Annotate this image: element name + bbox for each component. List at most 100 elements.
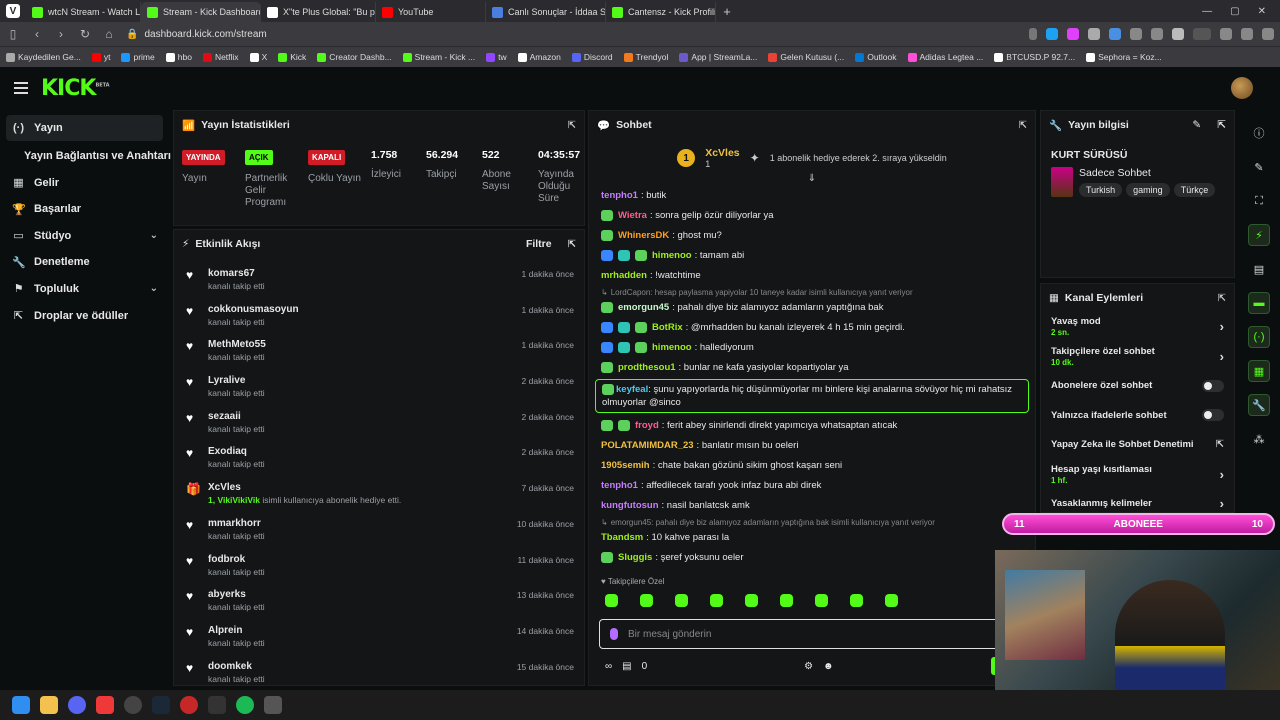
chat-username[interactable]: POLATAMIMDAR_23 bbox=[601, 440, 694, 451]
extension-icon[interactable] bbox=[1220, 28, 1232, 40]
chat-username[interactable]: himenoo bbox=[652, 342, 692, 353]
emote-icon[interactable] bbox=[605, 594, 618, 607]
emote-icon[interactable] bbox=[850, 594, 863, 607]
popout-icon[interactable]: ⇱ bbox=[1217, 119, 1226, 131]
event-username[interactable]: Lyralive bbox=[208, 375, 265, 386]
extension-icon[interactable] bbox=[1241, 28, 1253, 40]
channel-action-row[interactable]: Hesap yaşı kısıtlaması 1 hf. › bbox=[1041, 460, 1234, 490]
extension-icon[interactable] bbox=[1046, 28, 1058, 40]
points-icon[interactable]: ▤ bbox=[622, 661, 631, 672]
chevron-right-icon[interactable]: › bbox=[1220, 496, 1224, 511]
popout-icon[interactable]: ⇱ bbox=[568, 120, 576, 131]
wrench-icon[interactable]: 🔧 bbox=[1248, 394, 1270, 416]
event-username[interactable]: fodbrok bbox=[208, 554, 265, 565]
chat-username[interactable]: himenoo bbox=[652, 250, 692, 261]
channel-action-row[interactable]: Takipçilere özel sohbet 10 dk. › bbox=[1041, 342, 1234, 372]
bookmark-item[interactable]: Trendyol bbox=[623, 52, 668, 62]
bookmark-icon[interactable] bbox=[1029, 28, 1037, 40]
sidebar-item-droplar[interactable]: ⇱ Droplar ve ödüller bbox=[0, 303, 172, 329]
event-username[interactable]: XcVles bbox=[208, 482, 401, 493]
menu-icon[interactable] bbox=[14, 82, 28, 94]
emote-icon[interactable] bbox=[675, 594, 688, 607]
extension-icon[interactable] bbox=[1172, 28, 1184, 40]
popout-icon[interactable]: ⇱ bbox=[1019, 120, 1027, 131]
bookmark-item[interactable]: tw bbox=[486, 52, 507, 62]
bookmark-item[interactable]: Netflix bbox=[202, 52, 239, 62]
scroll-down-icon[interactable]: ⇓ bbox=[589, 173, 1035, 185]
bookmark-item[interactable]: Adidas Legtea ... bbox=[907, 52, 983, 62]
sidebar-item-topluluk[interactable]: ⚑ Topluluk ⌄ bbox=[0, 276, 172, 302]
event-username[interactable]: doomkek bbox=[208, 661, 265, 672]
users-icon[interactable]: ⁂ bbox=[1248, 428, 1270, 450]
chevron-right-icon[interactable]: › bbox=[1220, 467, 1224, 482]
sidebar-toggle-icon[interactable]: ▯ bbox=[6, 27, 20, 41]
sidebar-item-basarilar[interactable]: 🏆 Başarılar bbox=[0, 196, 172, 222]
popout-icon[interactable]: ⇱ bbox=[1218, 293, 1226, 304]
browser-tab[interactable]: YouTube bbox=[376, 2, 486, 22]
bookmark-item[interactable]: Creator Dashb... bbox=[317, 52, 392, 62]
chat-username[interactable]: prodthesou1 bbox=[618, 362, 676, 373]
chat-username[interactable]: 1905semih bbox=[601, 460, 650, 471]
browser-profile-avatar[interactable] bbox=[1262, 28, 1274, 40]
browser-tab[interactable]: X"te Plus Global: "Bu pozisy bbox=[261, 2, 376, 22]
event-username[interactable]: cokkonusmasoyun bbox=[208, 304, 299, 315]
event-username[interactable]: komars67 bbox=[208, 268, 265, 279]
extension-icon[interactable] bbox=[1088, 28, 1100, 40]
emote-icon[interactable] bbox=[710, 594, 723, 607]
spotify-icon[interactable] bbox=[236, 696, 254, 714]
chat-username[interactable]: Sluggis bbox=[618, 552, 652, 563]
extension-icon[interactable] bbox=[1130, 28, 1142, 40]
vivaldi-menu-button[interactable]: V bbox=[0, 0, 26, 22]
extension-icon[interactable] bbox=[1067, 28, 1079, 40]
file-explorer-icon[interactable] bbox=[40, 696, 58, 714]
chat-username[interactable]: tenpho1 bbox=[601, 480, 638, 491]
chat-username[interactable]: keyfeal bbox=[616, 384, 648, 395]
emote-icon[interactable] bbox=[885, 594, 898, 607]
vivaldi-taskbar-icon[interactable] bbox=[96, 696, 114, 714]
emote-icon[interactable] bbox=[780, 594, 793, 607]
vpn-icon[interactable] bbox=[1193, 28, 1211, 40]
channel-action-row[interactable]: Yalnızca ifadelerle sohbet bbox=[1041, 401, 1234, 431]
toggle-switch[interactable] bbox=[1202, 379, 1224, 392]
kick-logo[interactable]: KICKBETA bbox=[41, 76, 110, 101]
edit-icon[interactable]: ✎ bbox=[1248, 156, 1270, 178]
sidebar-item-denetleme[interactable]: 🔧 Denetleme bbox=[0, 249, 172, 275]
toggle-switch[interactable] bbox=[1202, 409, 1224, 422]
info-icon[interactable]: ⓘ bbox=[1248, 122, 1270, 144]
emote-icon[interactable] bbox=[815, 594, 828, 607]
bookmark-item[interactable]: X bbox=[249, 52, 267, 62]
bookmark-item[interactable]: hbo bbox=[165, 52, 192, 62]
bookmark-item[interactable]: App | StreamLa... bbox=[679, 52, 757, 62]
bookmark-item[interactable]: Outlook bbox=[855, 52, 897, 62]
event-username[interactable]: MethMeto55 bbox=[208, 339, 266, 350]
chat-username[interactable]: froyd bbox=[635, 420, 659, 431]
bookmark-item[interactable]: Sephora = Koz... bbox=[1086, 52, 1162, 62]
discord-icon[interactable] bbox=[68, 696, 86, 714]
pinned-username[interactable]: XcVles bbox=[705, 147, 739, 159]
bookmark-item[interactable]: Kick bbox=[278, 52, 306, 62]
emote-icon[interactable] bbox=[640, 594, 653, 607]
broadcast-icon[interactable]: (·) bbox=[1248, 326, 1270, 348]
maximize-icon[interactable]: ▢ bbox=[1230, 6, 1239, 17]
browser-tab[interactable]: Cantensz - Kick Profili bbox=[606, 2, 716, 22]
close-window-icon[interactable]: ✕ bbox=[1258, 6, 1266, 17]
user-avatar[interactable] bbox=[1231, 77, 1253, 99]
back-icon[interactable]: ‹ bbox=[30, 27, 44, 41]
chat-username[interactable]: kungfutosun bbox=[601, 500, 659, 511]
home-icon[interactable]: ⌂ bbox=[102, 27, 116, 41]
extension-icon[interactable] bbox=[1109, 28, 1121, 40]
reload-icon[interactable]: ↻ bbox=[78, 27, 92, 41]
chat-username[interactable]: mrhadden bbox=[601, 270, 647, 281]
bookmark-item[interactable]: Kaydedilen Ge... bbox=[6, 52, 81, 62]
chat-username[interactable]: BotRix bbox=[652, 322, 683, 333]
sidebar-item-gelir[interactable]: ▦ Gelir bbox=[0, 170, 172, 196]
channel-action-row[interactable]: Yapay Zeka ile Sohbet Denetimi ⇱ bbox=[1041, 430, 1234, 460]
browser-tab[interactable]: Canlı Sonuçlar - İddaa Son bbox=[486, 2, 606, 22]
new-tab-button[interactable]: + bbox=[716, 4, 738, 19]
bookmark-item[interactable]: prime bbox=[121, 52, 155, 62]
chevron-right-icon[interactable]: › bbox=[1220, 349, 1224, 364]
chat-input[interactable]: Bir mesaj gönderin ☺ bbox=[599, 619, 1025, 649]
app-icon[interactable] bbox=[264, 696, 282, 714]
channel-action-row[interactable]: Yavaş mod 2 sn. › bbox=[1041, 312, 1234, 342]
bolt-icon[interactable]: ⚡ bbox=[1248, 224, 1270, 246]
